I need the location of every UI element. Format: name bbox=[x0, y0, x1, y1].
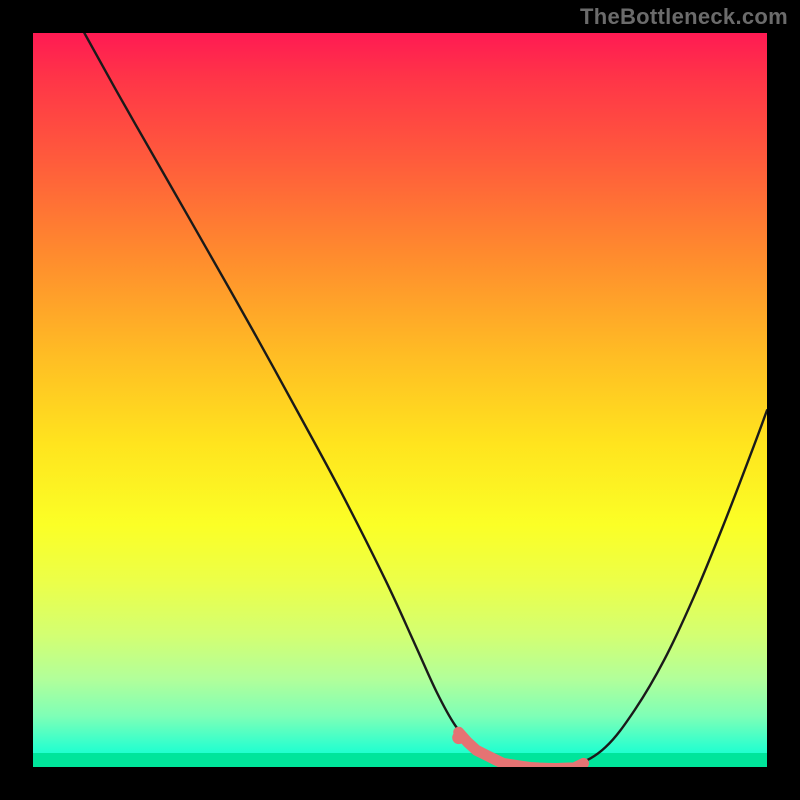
heat-gradient-background bbox=[33, 33, 767, 767]
plot-area bbox=[33, 33, 767, 767]
green-floor-strip bbox=[33, 753, 767, 767]
watermark-text: TheBottleneck.com bbox=[580, 4, 788, 30]
chart-frame: TheBottleneck.com bbox=[0, 0, 800, 800]
